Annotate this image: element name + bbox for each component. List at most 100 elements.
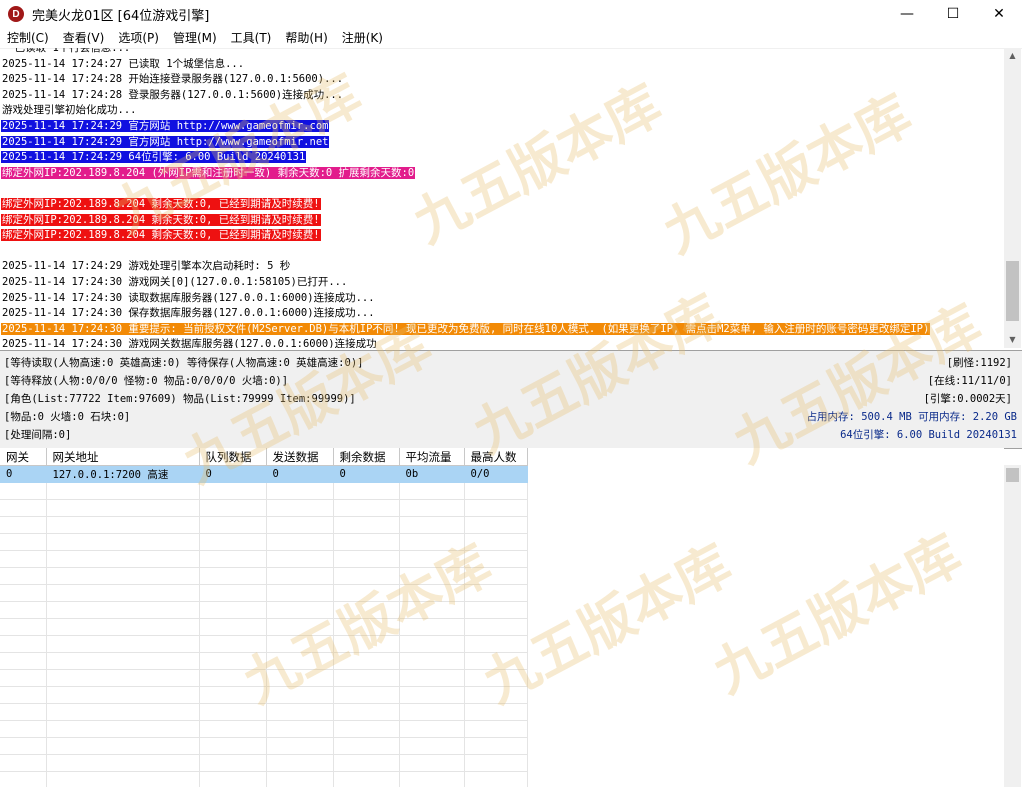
cell-max-players xyxy=(464,567,528,585)
cell-send-data xyxy=(266,771,334,787)
cell-send-data xyxy=(266,550,334,568)
grid-scrollbar[interactable] xyxy=(1004,465,1021,787)
table-row[interactable] xyxy=(0,652,528,670)
table-row[interactable] xyxy=(0,550,528,568)
table-row[interactable] xyxy=(0,482,528,500)
cell-queue-data xyxy=(199,533,267,551)
cell-queue-data xyxy=(199,601,267,619)
table-row[interactable] xyxy=(0,601,528,619)
cell-average-traffic xyxy=(399,567,465,585)
cell-gateway-address xyxy=(46,601,200,619)
cell-send-data xyxy=(266,533,334,551)
app-icon[interactable]: D xyxy=(8,6,24,22)
close-button[interactable]: ✕ xyxy=(976,0,1022,28)
cell-send-data xyxy=(266,482,334,500)
log-line: 已读取 1个行会信息... xyxy=(0,48,1003,57)
log-line xyxy=(0,181,1003,197)
minimize-button[interactable]: — xyxy=(884,0,930,28)
cell-max-players xyxy=(464,703,528,721)
cell-send-data xyxy=(266,669,334,687)
cell-gateway xyxy=(0,754,47,772)
log-line: 2025-11-14 17:24:28 开始连接登录服务器(127.0.0.1:… xyxy=(0,72,1003,88)
table-row[interactable] xyxy=(0,686,528,704)
table-row[interactable] xyxy=(0,720,528,738)
col-average-traffic[interactable]: 平均流量 xyxy=(399,448,465,466)
status-wait-release: [等待释放(人物:0/0/0 怪物:0 物品:0/0/0/0 火墙:0)] xyxy=(4,375,289,387)
table-row[interactable] xyxy=(0,567,528,585)
col-max-players[interactable]: 最高人数 xyxy=(464,448,528,466)
cell-remaining-data xyxy=(333,618,400,636)
status-refresh: [刷怪:1192] xyxy=(946,357,1012,369)
cell-send-data xyxy=(266,720,334,738)
log-line-text xyxy=(1,245,3,257)
col-queue-data[interactable]: 队列数据 xyxy=(199,448,267,466)
cell-gateway: 0 xyxy=(0,465,47,483)
scroll-down-icon[interactable]: ▼ xyxy=(1004,335,1021,344)
table-row[interactable] xyxy=(0,635,528,653)
table-row[interactable] xyxy=(0,703,528,721)
status-wait-read: [等待读取(人物高速:0 英雄高速:0) 等待保存(人物高速:0 英雄高速:0)… xyxy=(4,357,364,369)
cell-queue-data xyxy=(199,754,267,772)
status-roles: [角色(List:77722 Item:97609) 物品(List:79999… xyxy=(4,393,356,405)
table-row[interactable] xyxy=(0,754,528,772)
menu-tools[interactable]: 工具(T) xyxy=(224,28,279,48)
table-row[interactable] xyxy=(0,533,528,551)
log-line-text: 绑定外网IP:202.189.8.204 剩余天数:0, 已经到期请及时续费! xyxy=(1,197,321,210)
log-line: 2025-11-14 17:24:27 已读取 1个城堡信息... xyxy=(0,57,1003,73)
col-send-data[interactable]: 发送数据 xyxy=(266,448,334,466)
col-gateway[interactable]: 网关 xyxy=(0,448,47,466)
menu-register[interactable]: 注册(K) xyxy=(335,28,390,48)
cell-max-players xyxy=(464,652,528,670)
cell-average-traffic xyxy=(399,652,465,670)
menu-help[interactable]: 帮助(H) xyxy=(278,28,334,48)
log-line: 2025-11-14 17:24:30 游戏网关数据库服务器(127.0.0.1… xyxy=(0,337,1003,348)
log-line: 2025-11-14 17:24:29 官方网站 http://www.game… xyxy=(0,119,1003,135)
table-row[interactable] xyxy=(0,499,528,517)
menu-options[interactable]: 选项(P) xyxy=(111,28,166,48)
cell-gateway xyxy=(0,618,47,636)
cell-gateway xyxy=(0,635,47,653)
table-row[interactable] xyxy=(0,516,528,534)
cell-gateway xyxy=(0,771,47,787)
table-row[interactable] xyxy=(0,669,528,687)
log-output[interactable]: 已读取 1个行会信息... 2025-11-14 17:24:27 已读取 1个城… xyxy=(0,48,1003,348)
table-row[interactable]: 0 127.0.0.1:7200 高速 0 0 0 0b 0/0 xyxy=(0,465,528,483)
log-line: 2025-11-14 17:24:29 64位引擎: 6.00 Build 20… xyxy=(0,150,1003,166)
cell-send-data xyxy=(266,499,334,517)
menu-control[interactable]: 控制(C) xyxy=(0,28,56,48)
log-line xyxy=(0,244,1003,260)
cell-queue-data xyxy=(199,516,267,534)
cell-gateway-address xyxy=(46,771,200,787)
cell-gateway xyxy=(0,567,47,585)
menu-manage[interactable]: 管理(M) xyxy=(166,28,224,48)
cell-average-traffic xyxy=(399,482,465,500)
cell-average-traffic: 0b xyxy=(399,465,465,483)
cell-remaining-data xyxy=(333,567,400,585)
cell-remaining-data xyxy=(333,601,400,619)
table-row[interactable] xyxy=(0,584,528,602)
cell-average-traffic xyxy=(399,686,465,704)
table-row[interactable] xyxy=(0,737,528,755)
log-scrollbar[interactable]: ▲ ▼ xyxy=(1004,48,1021,348)
menu-view[interactable]: 查看(V) xyxy=(56,28,112,48)
col-remaining-data[interactable]: 剩余数据 xyxy=(333,448,400,466)
gateway-grid[interactable]: 网关 网关地址 队列数据 发送数据 剩余数据 平均流量 最高人数 0 127.0.… xyxy=(0,448,1004,787)
col-gateway-address[interactable]: 网关地址 xyxy=(46,448,200,466)
grid-scroll-thumb[interactable] xyxy=(1006,468,1019,482)
log-scroll-thumb[interactable] xyxy=(1006,261,1019,321)
cell-queue-data xyxy=(199,652,267,670)
cell-max-players xyxy=(464,635,528,653)
cell-gateway xyxy=(0,499,47,517)
cell-remaining-data xyxy=(333,516,400,534)
table-row[interactable] xyxy=(0,771,528,787)
scroll-up-icon[interactable]: ▲ xyxy=(1004,51,1021,60)
cell-queue-data xyxy=(199,482,267,500)
log-line-text: 绑定外网IP:202.189.8.204 剩余天数:0, 已经到期请及时续费! xyxy=(1,229,321,242)
cell-send-data xyxy=(266,635,334,653)
maximize-button[interactable]: ☐ xyxy=(930,0,976,28)
table-row[interactable] xyxy=(0,618,528,636)
cell-send-data: 0 xyxy=(266,465,334,483)
log-line-text: 2025-11-14 17:24:29 64位引擎: 6.00 Build 20… xyxy=(1,151,307,164)
cell-max-players xyxy=(464,771,528,787)
cell-send-data xyxy=(266,618,334,636)
